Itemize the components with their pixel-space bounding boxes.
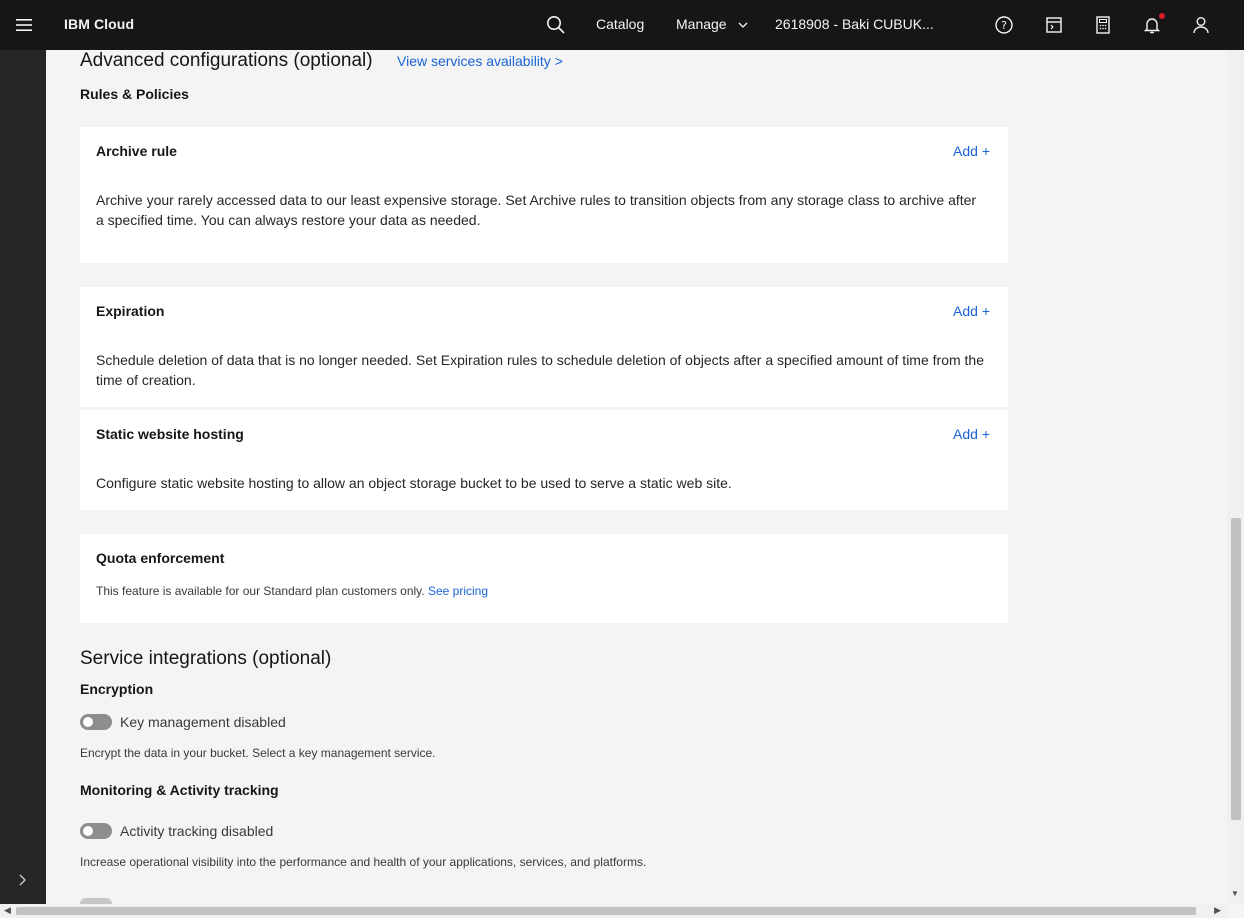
static-website-hosting-card: Static website hosting Add + Configure s… — [80, 410, 1008, 510]
static-website-hosting-title: Static website hosting — [96, 426, 244, 442]
chevron-right-icon[interactable] — [16, 873, 30, 887]
quota-enforcement-title: Quota enforcement — [96, 550, 225, 566]
toggle-knob — [83, 717, 93, 727]
archive-rule-title: Archive rule — [96, 143, 177, 159]
search-icon[interactable] — [545, 14, 567, 36]
quota-enforcement-text: This feature is available for our Standa… — [96, 584, 425, 598]
encryption-helper-text: Encrypt the data in your bucket. Select … — [80, 746, 436, 760]
account-switcher[interactable]: 2618908 - Baki CUBUK... — [775, 16, 934, 32]
scroll-right-arrow-icon[interactable]: ▶ — [1214, 905, 1221, 916]
archive-rule-card: Archive rule Add + Archive your rarely a… — [80, 127, 1008, 263]
expiration-title: Expiration — [96, 303, 165, 319]
advanced-configurations-title: Advanced configurations (optional) — [80, 50, 373, 71]
key-management-toggle[interactable] — [80, 714, 112, 730]
archive-rule-description: Archive your rarely accessed data to our… — [96, 192, 977, 228]
key-management-toggle-label: Key management disabled — [120, 714, 286, 730]
monitoring-heading: Monitoring & Activity tracking — [80, 782, 279, 798]
notification-badge — [1159, 13, 1165, 19]
expiration-description: Schedule deletion of data that is no lon… — [96, 352, 984, 388]
cost-estimator-icon[interactable] — [1043, 14, 1065, 36]
encryption-heading: Encryption — [80, 681, 154, 697]
nav-catalog[interactable]: Catalog — [596, 16, 644, 32]
static-website-hosting-add-button[interactable]: Add + — [953, 426, 990, 442]
menu-icon[interactable] — [14, 15, 34, 35]
vertical-scrollbar-thumb[interactable] — [1231, 518, 1241, 820]
activity-tracking-toggle-label: Activity tracking disabled — [120, 823, 274, 839]
nav-manage[interactable]: Manage — [676, 16, 748, 32]
view-services-availability-link[interactable]: View services availability > — [397, 53, 563, 69]
nav-manage-label: Manage — [676, 16, 727, 32]
top-navigation-bar: IBM Cloud Catalog Manage 2618908 - Baki … — [0, 0, 1244, 50]
quota-enforcement-description: This feature is available for our Standa… — [96, 584, 488, 598]
scroll-left-arrow-icon[interactable]: ◀ — [4, 905, 11, 916]
monitoring-helper-text: Increase operational visibility into the… — [80, 855, 647, 869]
left-side-rail — [0, 50, 46, 904]
static-website-hosting-description: Configure static website hosting to allo… — [96, 475, 732, 491]
vertical-scrollbar[interactable]: ▼ — [1227, 50, 1244, 904]
rules-policies-heading: Rules & Policies — [80, 86, 189, 102]
horizontal-scrollbar[interactable]: ◀ ▶ — [0, 904, 1227, 918]
chevron-down-icon — [739, 22, 748, 29]
expiration-card: Expiration Add + Schedule deletion of da… — [80, 287, 1008, 407]
help-icon[interactable]: ? — [993, 14, 1015, 36]
activity-tracking-toggle[interactable] — [80, 823, 112, 839]
expiration-add-button[interactable]: Add + — [953, 303, 990, 319]
quota-enforcement-card: Quota enforcement This feature is availa… — [80, 534, 1008, 623]
service-integrations-title: Service integrations (optional) — [80, 648, 332, 669]
horizontal-scrollbar-thumb[interactable] — [16, 907, 1196, 915]
toggle-knob — [83, 826, 93, 836]
see-pricing-link[interactable]: See pricing — [428, 584, 488, 598]
svg-text:?: ? — [1001, 19, 1007, 32]
archive-rule-add-button[interactable]: Add + — [953, 143, 990, 159]
calculator-icon[interactable] — [1092, 14, 1114, 36]
user-icon[interactable] — [1190, 14, 1212, 36]
scroll-down-arrow-icon[interactable]: ▼ — [1231, 889, 1239, 898]
brand-title[interactable]: IBM Cloud — [64, 16, 134, 32]
